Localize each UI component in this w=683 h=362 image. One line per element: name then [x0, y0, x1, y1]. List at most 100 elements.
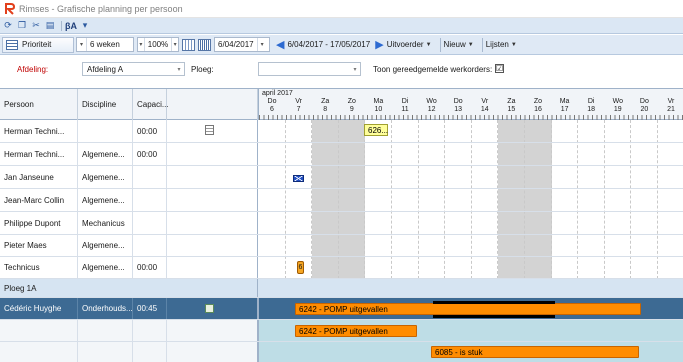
chevron-down-icon: ▾ — [171, 38, 178, 51]
toon-label: Toon gereedgemelde werkorders: — [373, 65, 493, 74]
sub-row-cell — [78, 342, 133, 362]
selected-row-timeline: 6242 - POMP uitgevallen — [258, 298, 683, 319]
person-discipline: Algemene... — [78, 166, 133, 188]
afdeling-select[interactable]: Afdeling A ▾ — [82, 62, 185, 76]
person-discipline: Algemene... — [78, 189, 133, 211]
person-name: Herman Techni... — [0, 143, 78, 165]
chevron-down-icon: ▾ — [256, 38, 267, 51]
menu-uitvoerder[interactable]: Uitvoerder ▼ — [387, 40, 432, 49]
person-extra — [167, 257, 258, 278]
main-toolbar: Prioriteit ▾ 6 weken ▾ 100% ▾ 6/04/2017 … — [0, 35, 683, 55]
separator — [439, 37, 441, 52]
spellcheck-icon[interactable]: βA — [65, 20, 77, 32]
task-bar[interactable]: 6242 - POMP uitgevallen — [295, 325, 417, 337]
menu-uitvoerder-label: Uitvoerder — [386, 40, 424, 49]
selected-person-row[interactable]: Cédéric Huyghe Onderhouds... 00:45 6242 … — [0, 298, 683, 320]
sub-row-cell — [78, 320, 133, 341]
quick-access-toolbar: ⟳ ❐ ✂ ▤ βA ▾ — [0, 18, 683, 34]
sort-label: Prioriteit — [22, 40, 52, 49]
copy-icon[interactable]: ❐ — [16, 20, 28, 32]
task-label: 6242 - POMP uitgevallen — [299, 304, 388, 314]
person-discipline: Algemene... — [78, 235, 133, 256]
group-label: Ploeg 1A — [0, 279, 258, 297]
refresh-icon[interactable]: ⟳ — [2, 20, 14, 32]
person-capacity: 00:00 — [133, 143, 167, 165]
person-extra — [167, 235, 258, 256]
planning-grid: Persoon Discipline Capaci... april 2017 … — [0, 88, 683, 362]
arrow-left-icon[interactable]: ◀ — [276, 38, 284, 51]
toon-checkbox[interactable]: ☑ — [495, 64, 504, 73]
person-extra — [167, 212, 258, 234]
sub-row[interactable]: 6242 - POMP uitgevallen — [0, 320, 683, 342]
person-capacity: 00:45 — [133, 298, 167, 319]
gantt-tasks-layer: 626... 6 — [258, 89, 683, 279]
person-capacity: 00:00 — [133, 120, 167, 142]
column-header-blank — [167, 89, 258, 120]
chevron-down-icon: ▾ — [353, 66, 357, 73]
sub-row-cell — [133, 342, 167, 362]
sub-row-cell — [0, 342, 78, 362]
sub-row[interactable]: 6085 - is stuk — [0, 342, 683, 362]
group-row[interactable]: Ploeg 1A — [0, 279, 683, 298]
menu-lijsten-label: Lijsten — [485, 40, 509, 49]
menu-lijsten[interactable]: Lijsten ▼ — [486, 40, 517, 49]
person-name: Technicus — [0, 257, 78, 278]
person-capacity — [133, 189, 167, 211]
chevron-down-icon: ▼ — [425, 41, 432, 48]
sub-row-cell — [0, 320, 78, 341]
person-name: Philippe Dupont — [0, 212, 78, 234]
sub-row-cell — [167, 320, 258, 341]
rimses-logo-icon — [5, 2, 15, 15]
calendar-month-icon[interactable] — [198, 38, 211, 51]
menu-nieuw[interactable]: Nieuw ▼ — [444, 40, 474, 49]
column-header-persoon[interactable]: Persoon — [0, 89, 78, 120]
person-name: Jan Janseune — [0, 166, 78, 188]
person-extra — [167, 298, 258, 319]
notes-icon[interactable] — [205, 125, 214, 135]
date-picker[interactable]: 6/04/2017 ▾ — [214, 37, 270, 52]
person-capacity — [133, 235, 167, 256]
sub-row-cell — [133, 320, 167, 341]
person-capacity — [133, 212, 167, 234]
period-value: 6 weken — [90, 40, 120, 49]
column-header-capaciteit[interactable]: Capaci... — [133, 89, 169, 120]
chevron-down-icon: ▾ — [138, 38, 145, 51]
person-name: Jean-Marc Collin — [0, 189, 78, 211]
column-header-discipline[interactable]: Discipline — [78, 89, 133, 120]
sub-row-timeline: 6242 - POMP uitgevallen — [258, 320, 683, 341]
person-capacity: 00:00 — [133, 257, 167, 278]
task-bar[interactable]: 6085 - is stuk — [431, 346, 639, 358]
person-name: Pieter Maes — [0, 235, 78, 256]
person-name: Herman Techni... — [0, 120, 78, 142]
zoom-select[interactable]: ▾ 100% ▾ — [137, 37, 179, 52]
period-select[interactable]: ▾ 6 weken — [76, 37, 134, 52]
task-bar[interactable]: 6242 - POMP uitgevallen — [295, 303, 641, 315]
chevron-down-icon: ▼ — [467, 41, 474, 48]
list-icon — [6, 39, 18, 50]
person-capacity — [133, 166, 167, 188]
paste-icon[interactable]: ▤ — [44, 20, 56, 32]
sort-priority-button[interactable]: Prioriteit — [2, 36, 74, 53]
progress-marker-bottom — [433, 315, 555, 318]
afdeling-value: Afdeling A — [87, 64, 124, 74]
mail-icon[interactable] — [293, 175, 304, 182]
person-extra — [167, 166, 258, 188]
mini-task-bar[interactable]: 6 — [297, 261, 304, 274]
arrow-right-icon[interactable]: ▶ — [375, 38, 383, 51]
separator — [61, 20, 62, 31]
calendar-week-icon[interactable] — [182, 38, 195, 51]
task-label: 6085 - is stuk — [435, 347, 483, 357]
dropdown-icon[interactable]: ▾ — [79, 20, 91, 32]
person-discipline: Algemene... — [78, 143, 133, 165]
task-label: 6242 - POMP uitgevallen — [299, 326, 388, 336]
calendar-icon[interactable] — [205, 304, 214, 313]
filter-bar: Afdeling: Afdeling A ▾ Ploeg: ▾ Toon ger… — [0, 56, 683, 86]
sub-row-timeline: 6085 - is stuk — [258, 342, 683, 362]
task-bar-yellow[interactable]: 626... — [364, 124, 388, 136]
person-name: Cédéric Huyghe — [0, 298, 78, 319]
person-extra — [167, 143, 258, 165]
chevron-down-icon: ▾ — [77, 38, 87, 51]
cut-icon[interactable]: ✂ — [30, 20, 42, 32]
menu-nieuw-label: Nieuw — [443, 40, 466, 49]
ploeg-select[interactable]: ▾ — [258, 62, 361, 76]
